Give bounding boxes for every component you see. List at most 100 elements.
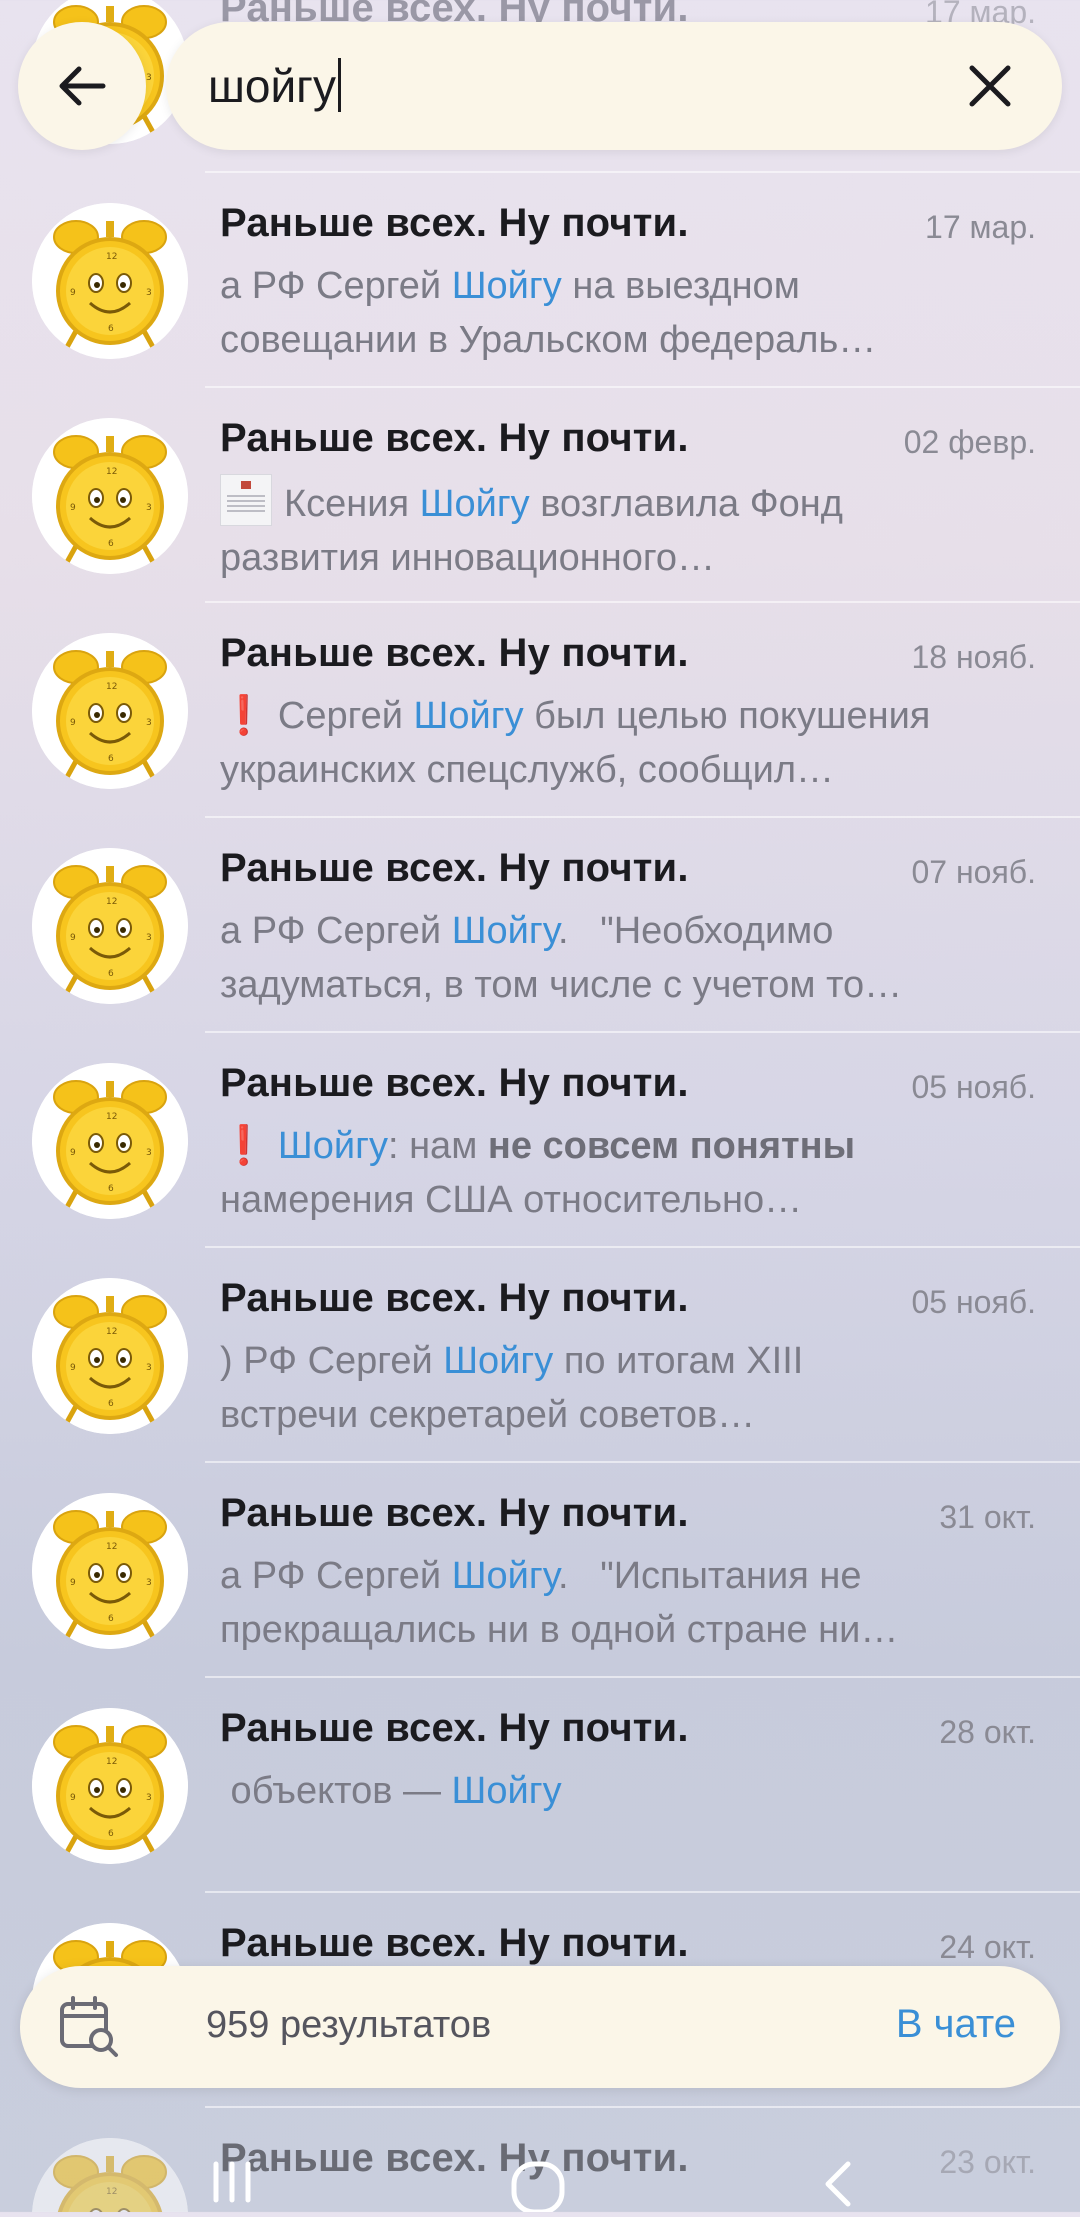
snippet-line: намерения США относительно… [220, 1179, 803, 1221]
channel-title: Раньше всех. Ну почти. [220, 631, 689, 675]
system-navigation-bar [0, 2140, 1080, 2215]
calendar-search-icon [60, 1996, 118, 2057]
clock-avatar-icon [32, 1278, 188, 1434]
snippet-line: встречи секретарей советов… [220, 1394, 756, 1436]
snippet-text: по итогам XIII [553, 1340, 804, 1382]
channel-title: Раньше всех. Ну почти. [220, 1276, 689, 1320]
message-date: 31 окт. [939, 1499, 1036, 1535]
snippet-text: ) РФ Сергей [220, 1340, 444, 1382]
message-date: 18 нояб. [911, 639, 1037, 675]
result-item[interactable]: Раньше всех. Ну почти. 18 нояб. ❗ Сергей… [0, 603, 1080, 818]
snippet-text: на выездном [561, 265, 800, 307]
snippet-bold-text: не совсем понятны [487, 1125, 856, 1167]
in-chat-button[interactable]: В чате [896, 2002, 1016, 2047]
channel-title: Раньше всех. Ну почти. [220, 846, 689, 890]
clock-avatar-icon [32, 1063, 188, 1219]
result-item[interactable]: Раньше всех. Ну почти. 02 февр. Ксения Ш… [0, 388, 1080, 603]
channel-avatar [32, 1278, 188, 1434]
message-snippet: ❗ Шойгу: нам не совсем понятны намерения… [220, 1119, 1040, 1227]
message-snippet: а РФ Сергей Шойгу. "Испытания не прекращ… [220, 1549, 1040, 1657]
search-highlight: Шойгу [451, 1770, 562, 1812]
result-item[interactable]: Раньше всех. Ну почти. 28 окт. объектов … [0, 1678, 1080, 1893]
nav-home-icon [511, 2161, 565, 2215]
message-date: 28 окт. [939, 1714, 1036, 1750]
message-date: 05 нояб. [911, 1284, 1037, 1320]
message-date: 17 мар. [925, 209, 1036, 245]
clock-avatar-icon [32, 203, 188, 359]
snippet-text: а РФ Сергей [220, 1555, 452, 1597]
result-item[interactable]: Раньше всех. Ну почти. 07 нояб. а РФ Сер… [0, 818, 1080, 1033]
media-thumbnail [220, 474, 272, 526]
message-date: 24 окт. [939, 1929, 1036, 1965]
text-cursor [337, 58, 341, 112]
close-icon [969, 65, 1011, 107]
snippet-line: развития инновационного… [220, 537, 716, 579]
result-item[interactable]: Раньше всех. Ну почти. 31 окт. а РФ Серг… [0, 1463, 1080, 1678]
nav-recents-icon [213, 2161, 251, 2203]
message-date: 07 нояб. [911, 854, 1037, 890]
snippet-line: прекращались ни в одной стране ни… [220, 1609, 899, 1651]
channel-avatar [32, 203, 188, 359]
message-date: 02 февр. [903, 424, 1036, 460]
snippet-text: Ксения [284, 483, 420, 525]
result-item[interactable]: Раньше всех. Ну почти. 05 нояб. ) РФ Сер… [0, 1248, 1080, 1463]
search-input[interactable]: шойгу [208, 58, 341, 113]
channel-title: Раньше всех. Ну почти. [220, 416, 689, 460]
clock-avatar-icon [32, 1708, 188, 1864]
channel-avatar [32, 633, 188, 789]
calendar-search-button[interactable] [56, 1994, 122, 2060]
result-item[interactable]: Раньше всех. Ну почти. 05 нояб. ❗ Шойгу:… [0, 1033, 1080, 1248]
snippet-text: . "Необходимо [557, 910, 834, 952]
exclamation-icon: ❗ [220, 695, 268, 737]
snippet-text: был целью покушения [523, 695, 931, 737]
search-highlight: Шойгу [277, 1125, 388, 1167]
channel-avatar [32, 1063, 188, 1219]
snippet-line: совещании в Уральском федераль… [220, 319, 877, 361]
snippet-text: а РФ Сергей [220, 910, 452, 952]
channel-title: Раньше всех. Ну почти. [220, 1491, 689, 1535]
search-field[interactable]: шойгу [166, 22, 1062, 150]
message-date: 05 нояб. [911, 1069, 1037, 1105]
search-highlight: Шойгу [451, 910, 558, 952]
search-highlight: Шойгу [451, 265, 562, 307]
nav-home-button[interactable] [508, 2160, 568, 2217]
message-snippet: ) РФ Сергей Шойгу по итогам XIII встречи… [220, 1334, 1040, 1442]
message-snippet: объектов — Шойгу [220, 1764, 1040, 1818]
message-snippet: Ксения Шойгу возглавила Фонд развития ин… [220, 474, 1040, 585]
channel-avatar [32, 1493, 188, 1649]
snippet-text: а РФ Сергей [220, 265, 452, 307]
message-snippet: а РФ Сергей Шойгу. "Необходимо задуматьс… [220, 904, 1040, 1012]
channel-avatar [32, 418, 188, 574]
channel-avatar [32, 1708, 188, 1864]
clock-avatar-icon [32, 633, 188, 789]
snippet-text: Сергей [277, 695, 414, 737]
search-results-bar: 959 результатов В чате [20, 1966, 1060, 2088]
search-highlight: Шойгу [413, 695, 524, 737]
back-arrow-icon [59, 66, 106, 106]
snippet-line: украинских спецслужб, сообщил… [220, 749, 835, 791]
search-highlight: Шойгу [443, 1340, 554, 1382]
clear-search-button[interactable] [954, 50, 1026, 122]
snippet-line: задуматься, в том числе с учетом то… [220, 964, 903, 1006]
search-highlight: Шойгу [419, 483, 530, 525]
search-highlight: Шойгу [451, 1555, 558, 1597]
snippet-text: возглавила Фонд [529, 483, 843, 525]
clock-avatar-icon [32, 1493, 188, 1649]
nav-recents-button[interactable] [208, 2160, 256, 2209]
channel-title: Раньше всех. Ну почти. [220, 201, 689, 245]
nav-back-button[interactable] [818, 2160, 858, 2213]
message-snippet: ❗ Сергей Шойгу был целью покушения украи… [220, 689, 1040, 797]
search-query-text: шойгу [208, 60, 336, 112]
channel-title: Раньше всех. Ну почти. [220, 1921, 689, 1965]
channel-title: Раньше всех. Ну почти. [220, 1706, 689, 1750]
clock-avatar-icon [32, 418, 188, 574]
back-button[interactable] [18, 22, 146, 150]
exclamation-icon: ❗ [220, 1125, 268, 1167]
clock-avatar-icon [32, 848, 188, 1004]
snippet-text: . "Испытания не [557, 1555, 862, 1597]
channel-avatar [32, 848, 188, 1004]
snippet-text: объектов — [220, 1770, 452, 1812]
result-item[interactable]: Раньше всех. Ну почти. 17 мар. а РФ Серг… [0, 173, 1080, 388]
nav-back-icon [825, 2161, 851, 2207]
snippet-text: : нам [387, 1125, 488, 1167]
